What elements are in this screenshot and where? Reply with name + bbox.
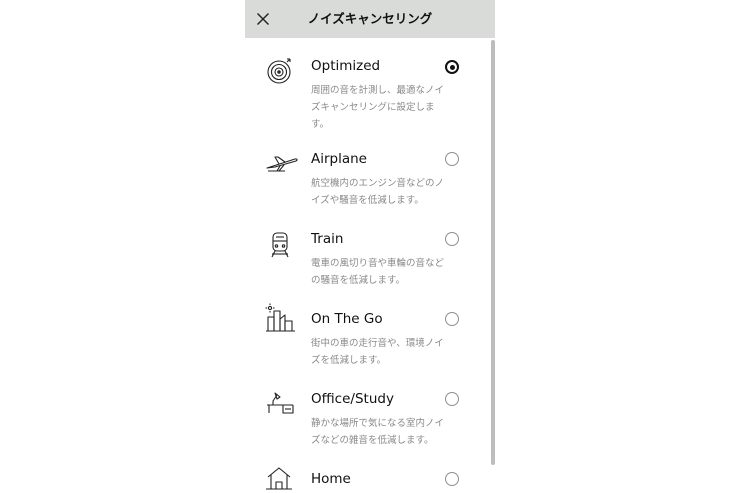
mode-label: Train — [311, 231, 344, 247]
mode-radio-airplane[interactable] — [445, 152, 459, 166]
mode-list: Optimized 周囲の音を計測し、最適なノイズキャンセリングに設定します。 … — [245, 38, 495, 493]
mode-description: 電車の風切り音や車輪の音などの騒音を低減します。 — [311, 258, 445, 286]
mode-option-train[interactable]: Train 電車の風切り音や車輪の音などの騒音を低減します。 — [245, 231, 485, 301]
close-button[interactable] — [253, 9, 273, 29]
top-app-bar: ノイズキャンセリング — [245, 0, 495, 38]
mode-description: 航空機内のエンジン音などのノイズや騒音を低減します。 — [311, 178, 445, 206]
home-icon — [265, 465, 297, 493]
mode-option-airplane[interactable]: Airplane 航空機内のエンジン音などのノイズや騒音を低減します。 — [245, 151, 485, 221]
mode-option-office-study[interactable]: Office/Study 静かな場所で気になる室内ノイズなどの雑音を低減します。 — [245, 391, 485, 461]
mode-label: Office/Study — [311, 391, 394, 407]
mode-label: Airplane — [311, 151, 367, 167]
scrollbar[interactable] — [491, 40, 495, 465]
mode-label: Home — [311, 471, 351, 487]
mode-description: 周囲の音を計測し、最適なノイズキャンセリングに設定します。 — [311, 85, 445, 130]
mode-description: 静かな場所で気になる室内ノイズなどの雑音を低減します。 — [311, 418, 445, 446]
mode-label: On The Go — [311, 311, 383, 327]
mode-option-optimized[interactable]: Optimized 周囲の音を計測し、最適なノイズキャンセリングに設定します。 — [245, 58, 485, 148]
mode-radio-optimized[interactable] — [445, 60, 459, 74]
page-title: ノイズキャンセリング — [307, 11, 433, 26]
desk-lamp-icon — [265, 391, 297, 419]
train-icon — [265, 231, 297, 259]
mode-radio-office-study[interactable] — [445, 392, 459, 406]
airplane-icon — [265, 151, 298, 179]
mode-radio-home[interactable] — [445, 472, 459, 486]
mode-label: Optimized — [311, 58, 381, 74]
noise-cancelling-screen: ノイズキャンセリング Optimized 周囲の音を計測し、最適なノイズキャンセ… — [245, 0, 495, 493]
city-icon — [265, 303, 297, 332]
mode-description: 街中の車の走行音や、環境ノイズを低減します。 — [311, 338, 444, 366]
mode-radio-train[interactable] — [445, 232, 459, 246]
mode-radio-on-the-go[interactable] — [445, 312, 459, 326]
mode-option-home[interactable]: Home — [245, 467, 485, 493]
optimize-target-icon — [265, 58, 297, 86]
close-icon — [256, 12, 270, 26]
mode-option-on-the-go[interactable]: On The Go 街中の車の走行音や、環境ノイズを低減します。 — [245, 303, 485, 381]
